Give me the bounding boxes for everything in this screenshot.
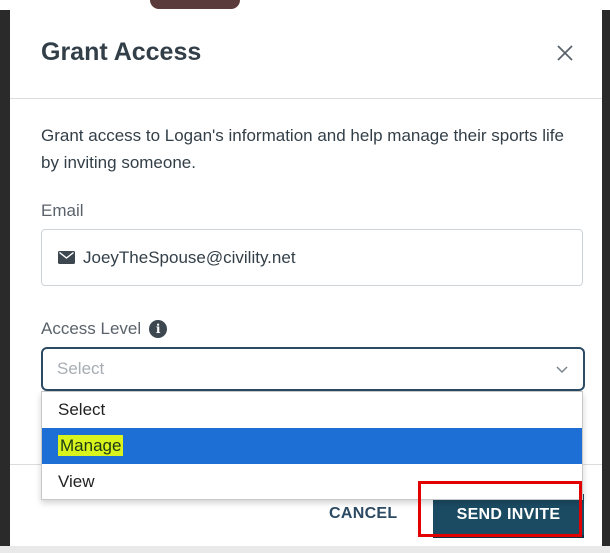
close-icon bbox=[557, 45, 573, 61]
dialog-header: Grant Access bbox=[10, 10, 602, 99]
option-manage-label: Manage bbox=[58, 435, 124, 456]
chevron-down-icon bbox=[556, 366, 568, 374]
access-level-label: Access Level bbox=[41, 319, 142, 338]
send-invite-button[interactable]: SEND INVITE bbox=[433, 494, 584, 538]
access-level-select[interactable]: Select bbox=[41, 347, 585, 391]
backdrop-image bbox=[150, 0, 240, 9]
option-select[interactable]: Select bbox=[42, 392, 582, 428]
access-level-dropdown: Select Manage View bbox=[41, 391, 583, 500]
email-field[interactable] bbox=[41, 229, 583, 286]
option-view[interactable]: View bbox=[42, 464, 582, 500]
backdrop-left bbox=[0, 10, 10, 553]
backdrop-bottom bbox=[0, 546, 610, 553]
close-button[interactable] bbox=[552, 40, 578, 66]
backdrop-top bbox=[0, 0, 610, 10]
mail-icon bbox=[58, 251, 75, 264]
dialog-description: Grant access to Logan's information and … bbox=[41, 126, 564, 172]
email-input[interactable] bbox=[83, 247, 563, 268]
dialog-title: Grant Access bbox=[41, 38, 202, 66]
select-value: Select bbox=[57, 359, 105, 378]
grant-access-dialog: Grant Access Grant access to Logan's inf… bbox=[10, 10, 602, 546]
access-level-label-row: Access Level i bbox=[41, 319, 168, 339]
info-icon[interactable]: i bbox=[149, 320, 168, 338]
cancel-button[interactable]: CANCEL bbox=[329, 505, 397, 523]
email-label: Email bbox=[41, 201, 84, 220]
backdrop-right bbox=[602, 10, 610, 553]
option-manage[interactable]: Manage bbox=[42, 428, 582, 464]
